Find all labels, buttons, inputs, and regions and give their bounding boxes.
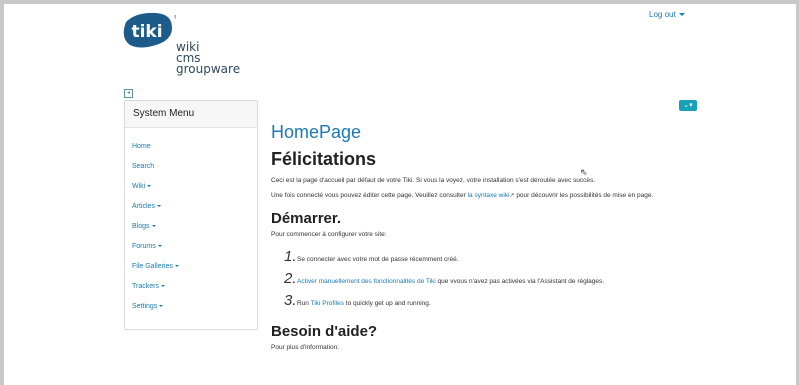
sidebar-item-settings[interactable]: Settings (125, 301, 257, 321)
sidebar-item-label: Settings (132, 303, 158, 310)
help-intro: Pour plus d'information: (271, 344, 340, 351)
sidebar-item-file-galleries[interactable]: File Galleries (125, 261, 257, 281)
step-text: Run Tiki Profiles to quickly get up and … (297, 300, 431, 307)
tiki-logo[interactable]: tiki ® wiki cms groupware (116, 12, 256, 82)
chevron-down-icon: ⌄▾ (683, 102, 693, 109)
logout-dropdown[interactable]: Log out (649, 10, 685, 19)
sidebar-item-trackers[interactable]: Trackers (125, 281, 257, 301)
window-frame-top (0, 0, 799, 4)
edit-text-before: Une fois connecté vous pouvez éditer cet… (271, 192, 468, 199)
system-menu-title: System Menu (125, 101, 257, 128)
sidebar-item-label: Blogs (132, 223, 150, 230)
sidebar-item-label: Home (132, 143, 151, 150)
step-2: 2. Activer manuellement des fonctionnali… (284, 270, 711, 292)
tiki-profiles-link[interactable]: Tiki Profiles (311, 300, 344, 307)
heading-demarrer: Démarrer. (271, 210, 342, 227)
logo-line-groupware: groupware (176, 62, 241, 76)
sidebar-item-label: Articles (132, 203, 155, 210)
step-text: Activer manuellement des fonctionnalités… (297, 278, 604, 285)
wiki-syntax-link[interactable]: la syntaxe wiki (468, 192, 510, 199)
sidebar-item-forums[interactable]: Forums (125, 241, 257, 261)
steps-list: 1. Se connecter avec votre mot de passe … (271, 248, 711, 314)
intro-text: Ceci est la page d'accueil par défaut de… (271, 177, 596, 184)
page-actions-button[interactable]: ⌄▾ (679, 100, 697, 111)
heading-besoin-aide: Besoin d'aide? (271, 323, 378, 340)
system-menu: System Menu Home Search Wiki Articles Blogs F… (124, 100, 258, 330)
sidebar-item-label: Search (132, 163, 155, 170)
sidebar-item-label: File Galleries (132, 263, 173, 270)
sidebar-item-label: Trackers (132, 283, 159, 290)
sidebar-item-home[interactable]: Home (125, 141, 257, 161)
collapse-sidebar-icon[interactable]: ◂ (124, 89, 133, 98)
caret-down-icon (151, 225, 156, 228)
caret-down-icon (157, 245, 162, 248)
caret-down-icon (678, 13, 685, 17)
start-intro: Pour commencer à configurer votre site: (271, 231, 387, 238)
step-1: 1. Se connecter avec votre mot de passe … (284, 248, 711, 270)
sidebar-item-label: Wiki (132, 183, 146, 190)
sidebar-item-wiki[interactable]: Wiki (125, 181, 257, 201)
step-number: 2. (284, 270, 297, 287)
caret-down-icon (174, 265, 179, 268)
caret-down-icon (156, 205, 161, 208)
step-3: 3. Run Tiki Profiles to quickly get up a… (284, 292, 711, 314)
system-menu-items: Home Search Wiki Articles Blogs Forums File Ga… (125, 128, 257, 321)
step-text-after: to quickly get up and running. (343, 300, 431, 307)
logo-brand: tiki (131, 22, 162, 42)
sidebar-item-search[interactable]: Search (125, 161, 257, 181)
edit-text: Une fois connecté vous pouvez éditer cet… (271, 191, 711, 201)
step-number: 1. (284, 248, 297, 265)
page-title: HomePage (271, 122, 362, 142)
step-number: 3. (284, 292, 297, 309)
step-text-after: que vvous n'avez pas activées via l'Assi… (435, 278, 605, 285)
sidebar-item-articles[interactable]: Articles (125, 201, 257, 221)
caret-down-icon (160, 285, 165, 288)
tiki-logo-icon: tiki ® (123, 12, 176, 48)
window-frame-left (0, 0, 4, 385)
activate-features-link[interactable]: Activer manuellement des fonctionnalités… (297, 278, 436, 285)
heading-felicitations: Félicitations (271, 149, 377, 169)
edit-text-after: pour découvrir les possibilités de mise … (514, 192, 654, 199)
logo-tagline: wiki cms groupware (176, 41, 241, 76)
step-text-before: Run (297, 300, 311, 307)
step-text: Se connecter avec votre mot de passe réc… (297, 256, 459, 263)
main-content: HomePage Félicitations Ceci est la page … (271, 120, 711, 352)
sidebar-item-label: Forums (132, 243, 156, 250)
logout-label: Log out (649, 10, 676, 19)
svg-text:®: ® (174, 14, 176, 21)
caret-down-icon (147, 185, 152, 188)
mouse-cursor-icon: ⇖ (580, 167, 588, 177)
sidebar-item-blogs[interactable]: Blogs (125, 221, 257, 241)
caret-down-icon (159, 305, 164, 308)
